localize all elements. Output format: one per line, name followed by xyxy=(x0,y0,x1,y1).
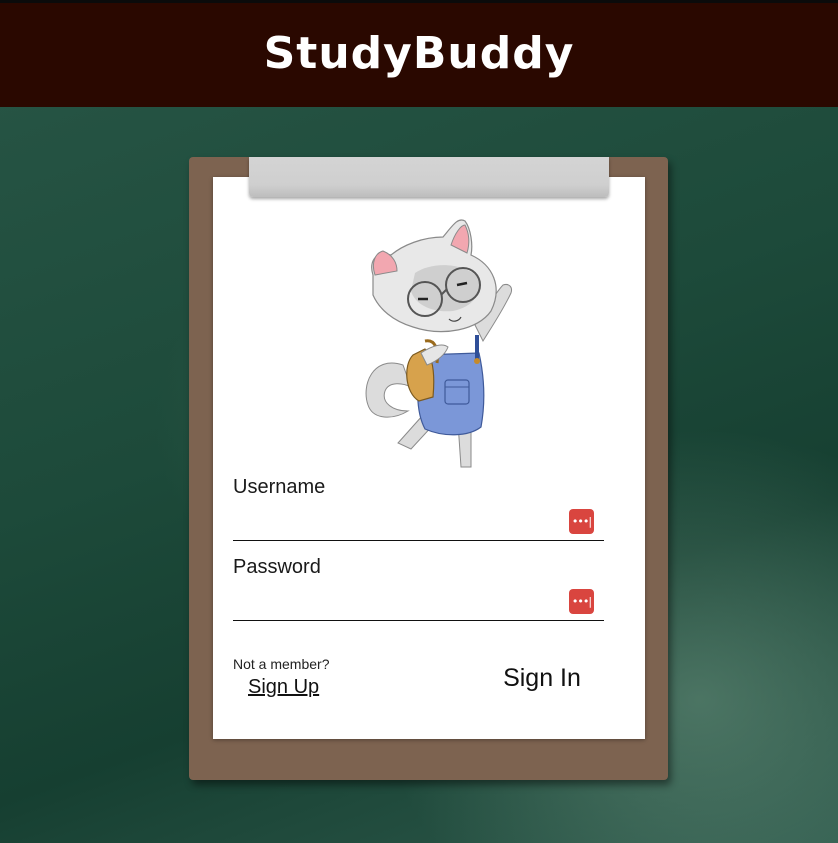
cat-mascot-icon xyxy=(365,219,512,468)
login-card: Username •••| Password •••| Not a member… xyxy=(213,177,645,739)
username-input[interactable] xyxy=(233,510,604,541)
password-manager-icon[interactable]: •••| xyxy=(569,589,594,614)
username-label: Username xyxy=(233,476,326,498)
password-manager-icon[interactable]: •••| xyxy=(569,509,594,534)
clipboard-clip xyxy=(249,157,609,197)
app-header: StudyBuddy xyxy=(0,3,838,107)
signup-link[interactable]: Sign Up xyxy=(248,676,319,699)
signin-button[interactable]: Sign In xyxy=(489,661,595,695)
not-member-text: Not a member? xyxy=(233,656,330,672)
password-label: Password xyxy=(233,556,321,578)
password-input[interactable] xyxy=(233,590,604,621)
app-title: StudyBuddy xyxy=(263,27,575,79)
